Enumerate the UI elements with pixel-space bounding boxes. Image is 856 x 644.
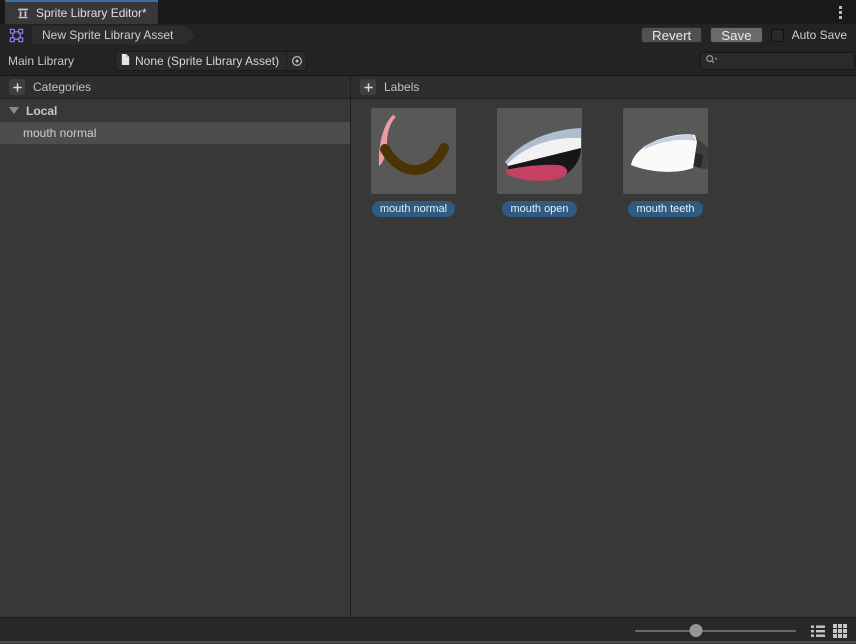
zoom-slider-knob[interactable]	[690, 624, 703, 637]
local-foldout[interactable]: Local	[0, 99, 350, 122]
editor-body: Categories Local mouth normal Labels	[0, 75, 856, 617]
label-pill[interactable]: mouth open	[502, 201, 576, 217]
main-library-value: None (Sprite Library Asset)	[135, 54, 279, 68]
main-library-row: Main Library None (Sprite Library Asset)	[0, 46, 856, 75]
grid-view-icon[interactable]	[831, 622, 848, 639]
foldout-open-icon	[9, 107, 19, 114]
object-picker-icon[interactable]	[286, 52, 306, 70]
label-item-mouth-teeth[interactable]: mouth teeth	[623, 108, 708, 217]
toolbar: New Sprite Library Asset Revert Save Aut…	[0, 24, 856, 46]
breadcrumb[interactable]: New Sprite Library Asset	[32, 26, 195, 45]
add-label-button[interactable]	[360, 79, 376, 95]
categories-header: Categories	[0, 76, 350, 99]
category-row-mouth-normal[interactable]: mouth normal	[0, 122, 350, 144]
label-pill[interactable]: mouth normal	[372, 201, 455, 217]
labels-title: Labels	[384, 80, 419, 94]
main-library-label: Main Library	[8, 54, 115, 68]
label-item-mouth-open[interactable]: mouth open	[497, 108, 582, 217]
search-icon	[705, 54, 718, 68]
slider-track[interactable]	[635, 630, 796, 632]
label-item-mouth-normal[interactable]: mouth normal	[371, 108, 456, 217]
kebab-menu-icon[interactable]	[836, 0, 845, 24]
labels-grid: mouth normal mouth open	[351, 99, 856, 217]
footer-bar	[0, 617, 856, 643]
tab-sprite-library-editor[interactable]: Sprite Library Editor*	[5, 0, 158, 24]
labels-header: Labels	[351, 76, 856, 99]
sprite-library-icon	[16, 6, 30, 20]
categories-panel: Categories Local mouth normal	[0, 76, 350, 617]
search-input[interactable]	[721, 54, 856, 68]
asset-file-icon	[120, 53, 131, 69]
tab-title: Sprite Library Editor*	[36, 6, 147, 20]
sprite-thumbnail-mouth-normal[interactable]	[371, 108, 456, 194]
search-field[interactable]	[700, 52, 855, 70]
revert-button[interactable]: Revert	[641, 27, 702, 43]
auto-save-checkbox[interactable]	[771, 29, 784, 42]
save-button[interactable]: Save	[710, 27, 762, 43]
main-library-object-field[interactable]: None (Sprite Library Asset)	[115, 51, 307, 71]
sprite-thumbnail-mouth-teeth[interactable]	[623, 108, 708, 194]
foldout-label: Local	[26, 104, 57, 118]
list-view-icon[interactable]	[809, 622, 826, 639]
sprite-asset-icon	[9, 28, 24, 43]
categories-title: Categories	[33, 80, 91, 94]
sprite-thumbnail-mouth-open[interactable]	[497, 108, 582, 194]
labels-panel: Labels mouth normal	[351, 76, 856, 617]
label-pill[interactable]: mouth teeth	[628, 201, 702, 217]
auto-save-label: Auto Save	[792, 28, 847, 42]
thumbnail-zoom-slider[interactable]	[635, 618, 796, 644]
add-category-button[interactable]	[9, 79, 25, 95]
window-tab-bar: Sprite Library Editor*	[0, 0, 856, 24]
